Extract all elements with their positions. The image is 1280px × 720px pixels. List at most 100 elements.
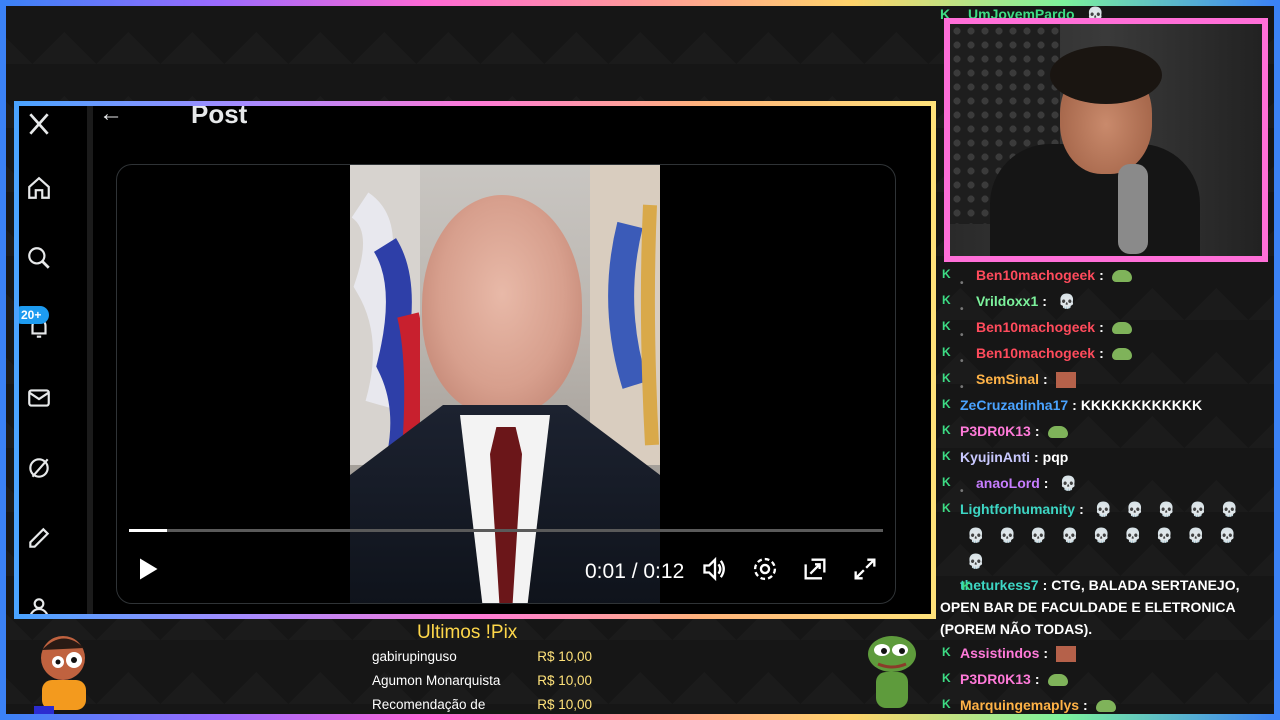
chat-username[interactable]: P3DR0K13 <box>960 671 1031 687</box>
chat-username[interactable]: anaoLord <box>976 475 1040 491</box>
k-badge-icon: K <box>942 371 951 385</box>
search-icon[interactable] <box>19 242 59 274</box>
video-player[interactable]: 0:01 / 0:12 <box>116 164 896 604</box>
scrollbar[interactable] <box>87 106 93 614</box>
chat-username[interactable]: SemSinal <box>976 371 1039 387</box>
skull-emote-icon: 💀 <box>1218 527 1236 543</box>
sub-badge-icon: • <box>960 304 964 316</box>
video-time: 0:01 / 0:12 <box>585 560 685 583</box>
pepe-emote-icon <box>1111 348 1132 361</box>
x-logo-icon[interactable] <box>19 108 59 140</box>
back-arrow-icon[interactable]: ← <box>99 106 159 128</box>
chat-username[interactable]: Marquingemaplys <box>960 697 1079 713</box>
face-emote-icon <box>1055 372 1076 389</box>
play-icon[interactable] <box>133 555 161 583</box>
pix-amount: R$ 10,00 <box>537 673 592 688</box>
video-progress-fill <box>129 529 167 532</box>
chat-username[interactable]: Vrildoxx1 <box>976 293 1038 309</box>
chat-message: K • Vrildoxx1: 💀 <box>940 288 1270 316</box>
chat-message: K ZeCruzadinha17: KKKKKKKKKKKK <box>940 392 1270 418</box>
chat-separator: : <box>1043 371 1048 387</box>
sub-badge-icon: • <box>960 486 964 498</box>
chat-message: K KyujinAnti: pqp <box>940 444 1270 470</box>
chat-separator: : <box>1072 397 1077 413</box>
skull-emote-icon: 💀 <box>1157 501 1176 517</box>
browser-capture: 20+ ← Post 0:01 / 0:12 <box>14 101 936 619</box>
sub-badge-icon: • <box>960 356 964 368</box>
skull-emote-icon: 💀 <box>1059 475 1077 491</box>
video-frame <box>350 165 660 603</box>
pix-amount: R$ 10,00 <box>537 697 592 712</box>
pepe-emote-icon <box>1047 426 1068 439</box>
edit-icon[interactable] <box>19 522 59 554</box>
chat-message: K P3DR0K13: <box>940 666 1270 692</box>
pepe-emote-icon <box>1095 700 1116 713</box>
pepe-mascot-icon <box>868 636 916 708</box>
home-icon[interactable] <box>19 172 59 204</box>
chat-separator: : <box>1079 501 1084 517</box>
skull-emote-icon: 💀 <box>967 553 985 569</box>
chat-username[interactable]: Lightforhumanity <box>960 501 1075 517</box>
chat-separator: : <box>1034 423 1040 439</box>
skull-emote-icon: 💀 <box>1029 527 1048 543</box>
chat-separator: : <box>1042 293 1047 309</box>
chat-message: K • anaoLord: 💀 <box>940 470 1270 498</box>
chat-username[interactable]: theturkess7 <box>960 577 1039 593</box>
k-badge-icon: K <box>942 671 951 685</box>
chat-text: pqp <box>1042 449 1069 465</box>
skull-emote-icon: 💀 <box>1092 527 1111 543</box>
skull-emote-icon: 💀 <box>1220 501 1238 517</box>
pix-title: Ultimos !Pix <box>417 622 518 643</box>
chat-message: K Assistindos: <box>940 640 1270 666</box>
chat-username[interactable]: Ben10machogeek <box>976 267 1095 283</box>
chat-message: K • Ben10machogeek: <box>940 262 1270 290</box>
chat-username[interactable]: Ben10machogeek <box>976 345 1095 361</box>
chat-separator: : <box>1099 267 1104 283</box>
chat-separator: : <box>1099 319 1104 335</box>
k-badge-icon: K <box>942 697 951 711</box>
pepe-emote-icon <box>1111 270 1132 283</box>
grok-icon[interactable] <box>19 452 59 484</box>
chat-username[interactable]: Assistindos <box>960 645 1039 661</box>
skull-emote-icon: 💀 <box>1057 293 1076 309</box>
k-badge-icon: K <box>962 579 971 593</box>
streamer-hair <box>1050 46 1162 104</box>
skull-emote-icon: 💀 <box>998 527 1016 543</box>
chat-message: K • SemSinal: <box>940 366 1270 394</box>
fullscreen-icon[interactable] <box>851 555 879 583</box>
k-badge-icon: K <box>942 645 951 659</box>
sub-badge-icon: • <box>960 382 964 394</box>
chat-separator: : <box>1034 449 1039 465</box>
flag-left <box>350 165 420 465</box>
profile-icon[interactable] <box>19 592 59 614</box>
volume-icon[interactable] <box>701 555 729 583</box>
chat-username[interactable]: Ben10machogeek <box>976 319 1095 335</box>
k-badge-icon: K <box>942 319 951 333</box>
pix-donor-name: gabirupinguso <box>372 649 457 664</box>
microphone <box>1118 164 1148 254</box>
settings-icon[interactable] <box>751 555 779 583</box>
pix-donor-name: Agumon Monarquista <box>372 673 501 688</box>
k-badge-icon: K <box>942 267 951 281</box>
notification-badge: 20+ <box>19 306 50 324</box>
chat-text: KKKKKKKKKKKK <box>1080 397 1203 413</box>
chat-username[interactable]: ZeCruzadinha17 <box>960 397 1068 413</box>
chat-username[interactable]: KyujinAnti <box>960 449 1030 465</box>
skull-emote-icon: 💀 <box>1189 501 1207 517</box>
chat-message: K • Ben10machogeek: <box>940 340 1270 368</box>
skull-emote-icon: 💀 <box>967 527 985 543</box>
messages-icon[interactable] <box>19 382 59 414</box>
video-progress-bar[interactable] <box>129 529 883 532</box>
skull-emote-icon: 💀 <box>1061 527 1079 543</box>
picture-in-picture-icon[interactable] <box>801 555 829 583</box>
k-badge-icon: K <box>942 501 951 515</box>
sub-badge-icon: • <box>960 278 964 290</box>
pix-list: gabirupinguso R$ 10,00 Agumon Monarquista R… <box>372 645 592 717</box>
person-head <box>422 195 582 415</box>
chat-message: K P3DR0K13: <box>940 418 1270 444</box>
chat-username[interactable]: P3DR0K13 <box>960 423 1031 439</box>
k-badge-icon: K <box>942 345 951 359</box>
video-controls: 0:01 / 0:12 <box>117 545 895 601</box>
webcam-feed <box>944 18 1268 262</box>
x-sidebar: 20+ <box>19 106 88 614</box>
